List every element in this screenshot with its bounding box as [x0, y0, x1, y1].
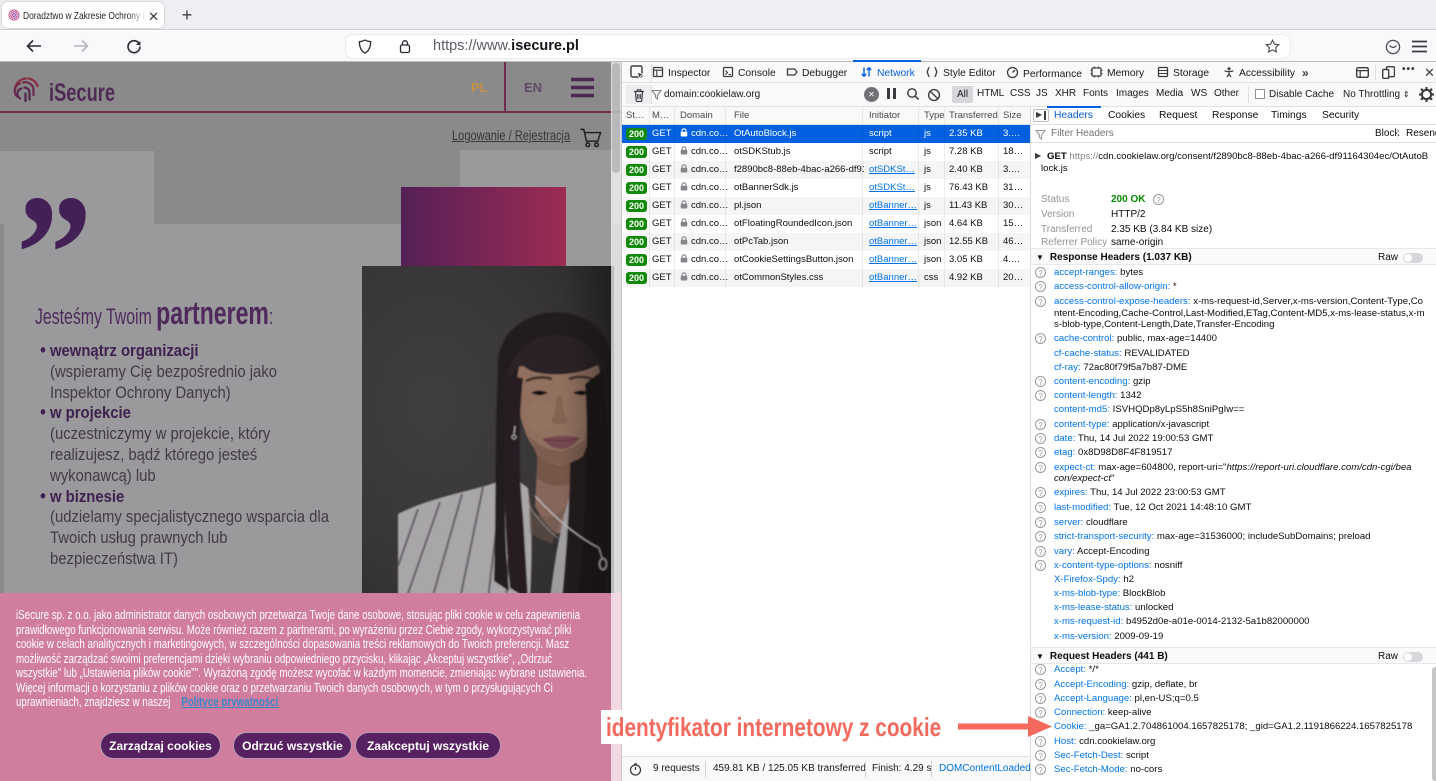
svg-text:iSecure: iSecure: [49, 79, 115, 107]
